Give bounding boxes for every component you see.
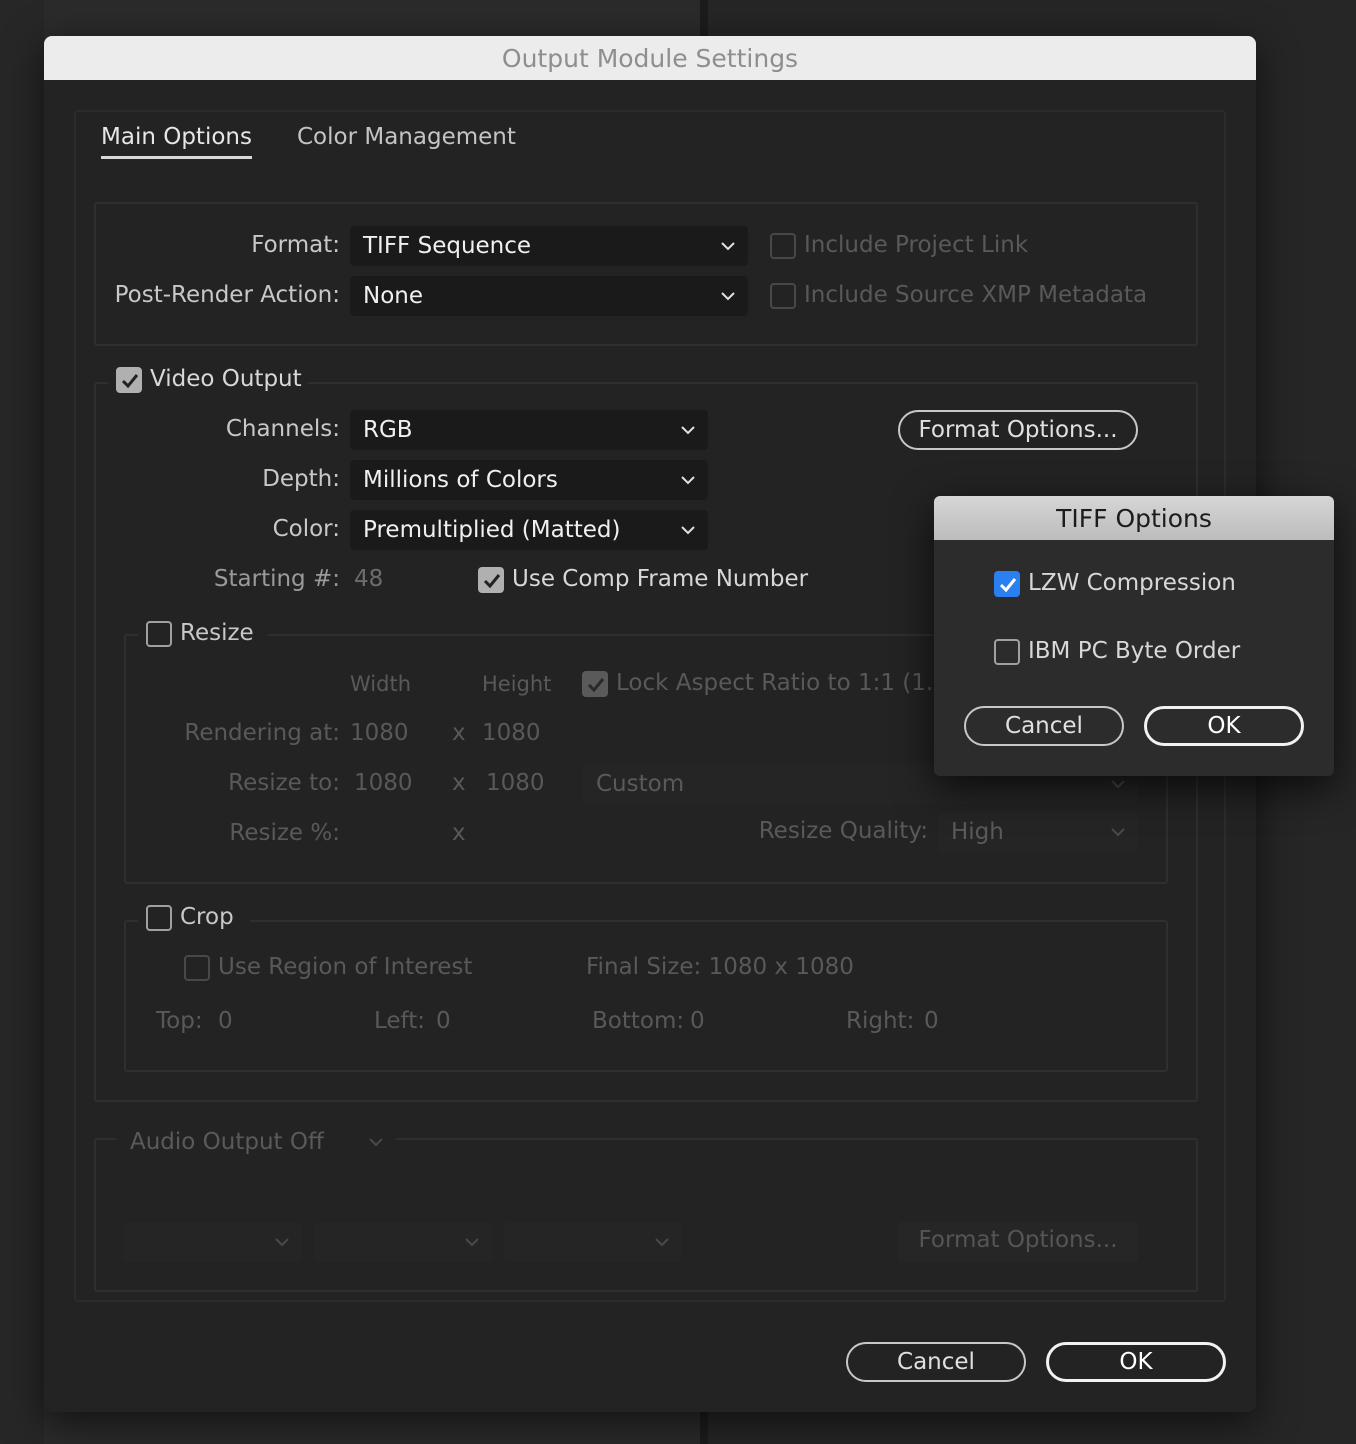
crop-right-value: 0: [924, 1008, 939, 1034]
starting-number-label: Starting #:: [213, 566, 340, 592]
resize-percent-label: Resize %:: [229, 820, 340, 846]
resize-preset-value: Custom: [596, 771, 685, 797]
chevron-down-icon: [1111, 828, 1125, 837]
chevron-down-icon: [465, 1238, 479, 1247]
resize-to-width: 1080: [354, 770, 413, 796]
depth-label: Depth:: [262, 466, 340, 492]
format-label: Format:: [251, 232, 340, 258]
crop-group: [124, 920, 1168, 1072]
tab-main-options[interactable]: Main Options: [101, 124, 252, 159]
chevron-down-icon: [721, 292, 735, 301]
post-render-dropdown[interactable]: None: [350, 276, 748, 316]
use-roi-checkbox[interactable]: [184, 955, 210, 981]
resize-quality-value: High: [951, 819, 1004, 845]
channels-dropdown[interactable]: RGB: [350, 410, 708, 450]
include-xmp-checkbox[interactable]: [770, 283, 796, 309]
use-comp-frame-label: Use Comp Frame Number: [512, 566, 809, 592]
rendering-height: 1080: [482, 720, 541, 746]
crop-top-value: 0: [218, 1008, 233, 1034]
resize-to-x: x: [452, 770, 466, 796]
resize-quality-dropdown[interactable]: High: [938, 812, 1138, 852]
dialog-title: Output Module Settings: [44, 36, 1256, 80]
audio-format-options-button[interactable]: Format Options...: [898, 1222, 1138, 1262]
ibm-byte-order-checkbox[interactable]: [994, 639, 1020, 665]
crop-label: Crop: [180, 904, 234, 930]
width-header: Width: [350, 672, 412, 696]
rendering-width: 1080: [350, 720, 409, 746]
tiff-options-title: TIFF Options: [934, 496, 1334, 540]
use-roi-label: Use Region of Interest: [218, 954, 473, 980]
tab-color-management[interactable]: Color Management: [297, 124, 516, 150]
height-header: Height: [482, 672, 552, 696]
resize-to-label: Resize to:: [228, 770, 340, 796]
video-output-label: Video Output: [150, 366, 302, 392]
post-render-value: None: [363, 283, 424, 309]
ibm-byte-order-label: IBM PC Byte Order: [1028, 638, 1241, 664]
tiff-options-dialog: TIFF Options LZW Compression IBM PC Byte…: [934, 496, 1334, 776]
chevron-down-icon: [681, 476, 695, 485]
tiff-cancel-button[interactable]: Cancel: [964, 706, 1124, 746]
chevron-down-icon: [655, 1238, 669, 1247]
audio-output-dropdown[interactable]: Audio Output Off: [116, 1122, 396, 1162]
checkmark-icon: [999, 578, 1017, 593]
lzw-compression-checkbox[interactable]: [994, 571, 1020, 597]
include-xmp-label: Include Source XMP Metadata: [804, 282, 1148, 308]
crop-bottom-value: 0: [690, 1008, 705, 1034]
lock-aspect-label: Lock Aspect Ratio to 1:1 (1.00: [616, 670, 963, 696]
depth-value: Millions of Colors: [363, 467, 558, 493]
checkmark-icon: [483, 574, 501, 589]
lock-aspect-checkbox[interactable]: [582, 671, 608, 697]
chevron-down-icon: [275, 1238, 289, 1247]
chevron-down-icon: [1111, 780, 1125, 789]
checkmark-icon: [587, 678, 605, 693]
chevron-down-icon: [681, 526, 695, 535]
audio-depth-dropdown[interactable]: [314, 1222, 492, 1262]
resize-checkbox[interactable]: [146, 621, 172, 647]
crop-right-label: Right:: [846, 1008, 915, 1034]
color-label: Color:: [272, 516, 340, 542]
crop-checkbox[interactable]: [146, 905, 172, 931]
rendering-x: x: [452, 720, 466, 746]
format-dropdown[interactable]: TIFF Sequence: [350, 226, 748, 266]
chevron-down-icon: [721, 242, 735, 251]
include-project-link-checkbox[interactable]: [770, 233, 796, 259]
crop-left-value: 0: [436, 1008, 451, 1034]
audio-output-value: Audio Output Off: [130, 1129, 324, 1155]
resize-label: Resize: [180, 620, 254, 646]
color-dropdown[interactable]: Premultiplied (Matted): [350, 510, 708, 550]
background-left: [0, 0, 44, 1444]
cancel-button[interactable]: Cancel: [846, 1342, 1026, 1382]
format-group: [94, 202, 1198, 346]
channels-label: Channels:: [225, 416, 340, 442]
audio-channels-dropdown[interactable]: [504, 1222, 682, 1262]
format-value: TIFF Sequence: [363, 233, 532, 259]
checkmark-icon: [121, 374, 139, 389]
crop-bottom-label: Bottom:: [592, 1008, 685, 1034]
include-project-link-label: Include Project Link: [804, 232, 1029, 258]
tiff-ok-button[interactable]: OK: [1144, 706, 1304, 746]
depth-dropdown[interactable]: Millions of Colors: [350, 460, 708, 500]
rendering-at-label: Rendering at:: [184, 720, 340, 746]
lzw-compression-label: LZW Compression: [1028, 570, 1236, 596]
crop-top-label: Top:: [156, 1008, 203, 1034]
final-size: Final Size: 1080 x 1080: [586, 954, 854, 980]
resize-to-height: 1080: [486, 770, 545, 796]
chevron-down-icon: [681, 426, 695, 435]
color-value: Premultiplied (Matted): [363, 517, 621, 543]
channels-value: RGB: [363, 417, 413, 443]
chevron-down-icon: [369, 1138, 383, 1147]
use-comp-frame-checkbox[interactable]: [478, 567, 504, 593]
audio-rate-dropdown[interactable]: [124, 1222, 302, 1262]
video-output-checkbox[interactable]: [116, 367, 142, 393]
post-render-label: Post-Render Action:: [114, 282, 340, 308]
starting-number-value: 48: [354, 566, 384, 592]
resize-percent-x: x: [452, 820, 466, 846]
video-format-options-button[interactable]: Format Options...: [898, 410, 1138, 450]
ok-button[interactable]: OK: [1046, 1342, 1226, 1382]
crop-left-label: Left:: [374, 1008, 426, 1034]
resize-quality-label: Resize Quality:: [758, 818, 928, 844]
